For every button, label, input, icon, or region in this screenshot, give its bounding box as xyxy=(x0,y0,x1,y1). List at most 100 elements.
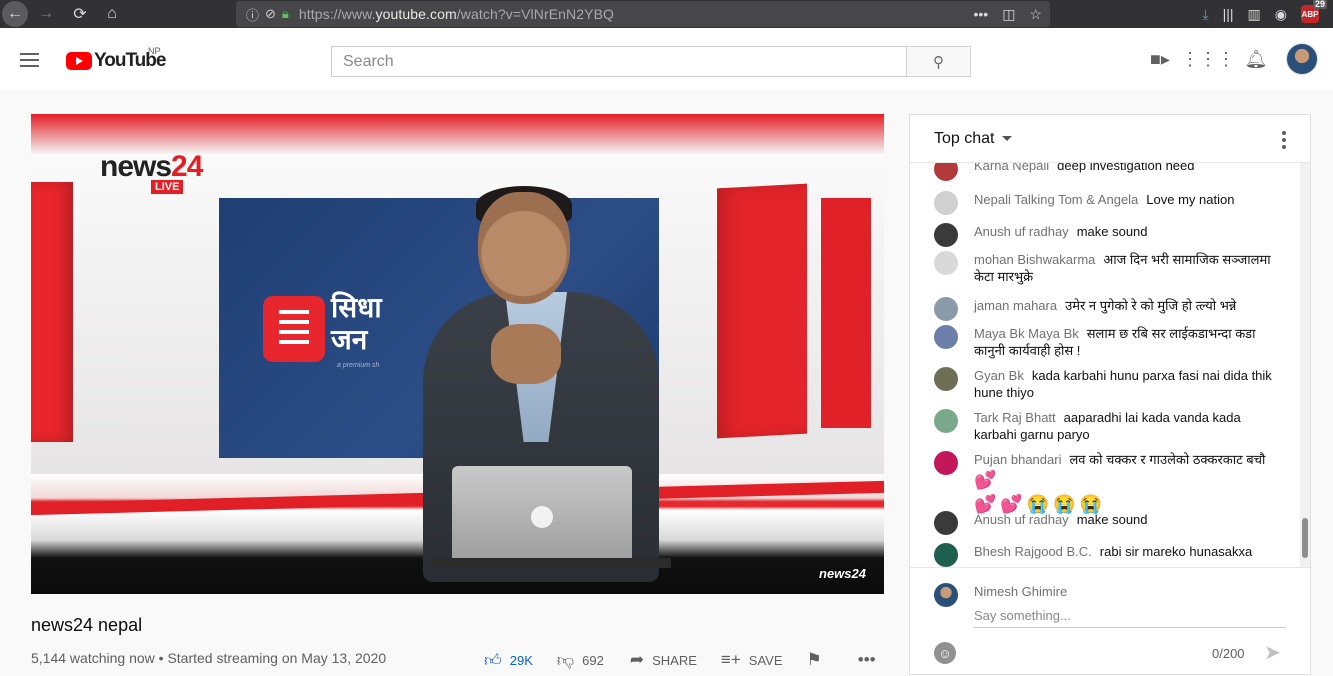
chat-message: mohan Bishwakarma आज दिन भरी सामाजिक सञ्ज… xyxy=(934,251,1274,285)
thumbs-down-icon: 👎︎ xyxy=(556,650,575,670)
chat-menu-icon[interactable] xyxy=(1282,131,1286,152)
author-avatar[interactable] xyxy=(934,191,958,215)
presenter-hand xyxy=(491,324,561,384)
like-button[interactable]: 👍︎ 29K xyxy=(484,650,533,671)
account-icon[interactable]: ◉ xyxy=(1275,6,1287,23)
scrollbar-thumb[interactable] xyxy=(1302,518,1308,558)
author-avatar[interactable] xyxy=(934,297,958,321)
library-icon[interactable]: ||| xyxy=(1223,6,1234,22)
flag-icon: ⚑ xyxy=(806,650,822,669)
chat-message: Tark Raj Bhatt aaparadhi lai kada vanda k… xyxy=(934,409,1274,443)
chat-message-input[interactable]: Say something... xyxy=(974,608,1286,628)
menu-icon[interactable] xyxy=(20,53,39,71)
send-icon[interactable]: ➤ xyxy=(1264,640,1281,665)
country-code: NP xyxy=(148,46,161,56)
watching-count: 5,144 watching now xyxy=(31,650,155,666)
live-tag: LIVE xyxy=(151,180,184,194)
report-button[interactable]: ⚑ xyxy=(807,650,830,670)
emoji-picker-icon[interactable]: ☺ xyxy=(934,642,956,664)
heart-emoji-icon: 💕 xyxy=(974,470,997,490)
notifications-bell-icon[interactable]: 🔔︎ xyxy=(1232,39,1280,79)
search-button[interactable]: ⚲ xyxy=(906,46,971,77)
author-name[interactable]: Anush uf radhay xyxy=(974,512,1069,527)
video-player[interactable]: सिधा जन a premium sh news24 LIVE news24 xyxy=(31,114,884,594)
search-input[interactable]: Search xyxy=(331,46,907,77)
author-avatar[interactable] xyxy=(934,543,958,567)
author-avatar[interactable] xyxy=(934,223,958,247)
playlist-add-icon: ≡+ xyxy=(720,650,741,669)
sidebar-icon[interactable]: ▥ xyxy=(1248,6,1261,23)
permissions-icon[interactable]: ⊘ xyxy=(265,6,276,22)
save-label: SAVE xyxy=(748,652,783,668)
author-avatar[interactable] xyxy=(934,451,958,475)
pocket-icon[interactable]: ◫ xyxy=(1002,6,1015,23)
user-avatar[interactable] xyxy=(1286,43,1318,75)
youtube-logo[interactable]: YouTube NP xyxy=(66,46,166,72)
author-avatar[interactable] xyxy=(934,163,958,181)
studio-red-panel-left xyxy=(31,182,73,442)
share-button[interactable]: ➦ SHARE xyxy=(630,650,697,670)
author-name[interactable]: Pujan bhandari xyxy=(974,452,1061,467)
author-name[interactable]: Tark Raj Bhatt xyxy=(974,410,1056,425)
author-avatar[interactable] xyxy=(934,251,958,275)
message-text: rabi sir mareko hunasakxa xyxy=(1099,544,1253,559)
author-name[interactable]: Karna Nepali xyxy=(974,163,1049,173)
create-video-icon[interactable]: ■▸ xyxy=(1136,39,1184,79)
chat-input-placeholder: Say something... xyxy=(974,608,1071,623)
chat-scrollbar[interactable] xyxy=(1300,163,1310,567)
author-name[interactable]: Gyan Bk xyxy=(974,368,1024,383)
download-icon[interactable]: ⤓ xyxy=(1202,6,1208,23)
current-user-name: Nimesh Ghimire xyxy=(974,584,1068,599)
message-text: Love my nation xyxy=(1146,192,1235,207)
adblock-count-badge: 29 xyxy=(1312,0,1327,9)
more-actions-button[interactable]: ••• xyxy=(858,650,884,670)
author-name[interactable]: Bhesh Rajgood B.C. xyxy=(974,544,1092,559)
caret-down-icon[interactable] xyxy=(1002,136,1013,141)
forward-arrow-icon[interactable]: → xyxy=(32,0,60,28)
share-label: SHARE xyxy=(652,652,697,668)
channel-brand: news24 xyxy=(100,150,203,184)
reload-icon[interactable]: ⟳ xyxy=(66,0,94,28)
author-avatar[interactable] xyxy=(934,409,958,433)
author-name[interactable]: Maya Bk Maya Bk xyxy=(974,326,1079,341)
studio-red-panel-right xyxy=(717,183,807,439)
dislike-button[interactable]: 👎︎ 692 xyxy=(557,650,604,671)
author-name[interactable]: Nepali Talking Tom & Angela xyxy=(974,192,1138,207)
browser-toolbar: ← → ⟳ ⌂ ⓘ ⊘ 🔒︎ https://www.youtube.com/w… xyxy=(0,0,1333,28)
chat-message: Anush uf radhay make sound xyxy=(934,223,1274,247)
adblock-icon[interactable]: ABP 29 xyxy=(1301,0,1327,23)
stream-start-date: Started streaming on May 13, 2020 xyxy=(167,650,387,666)
save-button[interactable]: ≡+ SAVE xyxy=(721,650,783,670)
home-icon[interactable]: ⌂ xyxy=(98,0,126,28)
author-avatar[interactable] xyxy=(934,325,958,349)
author-avatar[interactable] xyxy=(934,511,958,535)
url-host: youtube.com xyxy=(375,6,457,22)
youtube-play-icon xyxy=(66,52,92,70)
url-text[interactable]: https://www.youtube.com/watch?v=VlNrEnN2… xyxy=(299,6,614,22)
channel-watermark: news24 xyxy=(819,566,866,581)
apple-logo-icon xyxy=(531,506,553,528)
youtube-masthead: YouTube NP Search ⚲ ■▸ ⋮⋮⋮ 🔔︎ xyxy=(0,28,1333,90)
author-avatar[interactable] xyxy=(934,367,958,391)
author-name[interactable]: mohan Bishwakarma xyxy=(974,252,1095,267)
chat-mode-selector[interactable]: Top chat xyxy=(934,130,994,148)
apps-grid-icon[interactable]: ⋮⋮⋮ xyxy=(1181,39,1235,79)
more-horizontal-icon: ••• xyxy=(857,650,876,669)
author-name[interactable]: jaman mahara xyxy=(974,298,1057,313)
author-name[interactable]: Anush uf radhay xyxy=(974,224,1069,239)
info-icon[interactable]: ⓘ xyxy=(246,5,259,24)
address-bar[interactable]: ⓘ ⊘ 🔒︎ https://www.youtube.com/watch?v=V… xyxy=(236,1,1050,27)
studio-red-panel-far-right xyxy=(821,198,871,428)
page-actions-icon[interactable]: ••• xyxy=(973,6,988,22)
bookmark-star-icon[interactable]: ☆ xyxy=(1029,6,1042,23)
search-icon: ⚲ xyxy=(933,53,944,71)
back-arrow-icon[interactable]: ← xyxy=(2,1,28,27)
brand-news: news xyxy=(100,150,172,183)
message-text: make sound xyxy=(1076,512,1148,527)
chat-header: Top chat xyxy=(910,115,1310,163)
chat-message: Pujan bhandari लव को चक्कर र गाउलेको ठक्क… xyxy=(934,451,1274,516)
chat-message: Nepali Talking Tom & Angela Love my natio… xyxy=(934,191,1274,215)
url-prefix: https://www. xyxy=(298,6,376,22)
video-actions: 👍︎ 29K 👎︎ 692 ➦ SHARE ≡+ SAVE ⚑ ••• xyxy=(484,648,908,672)
adblock-label: ABP xyxy=(1301,9,1319,19)
